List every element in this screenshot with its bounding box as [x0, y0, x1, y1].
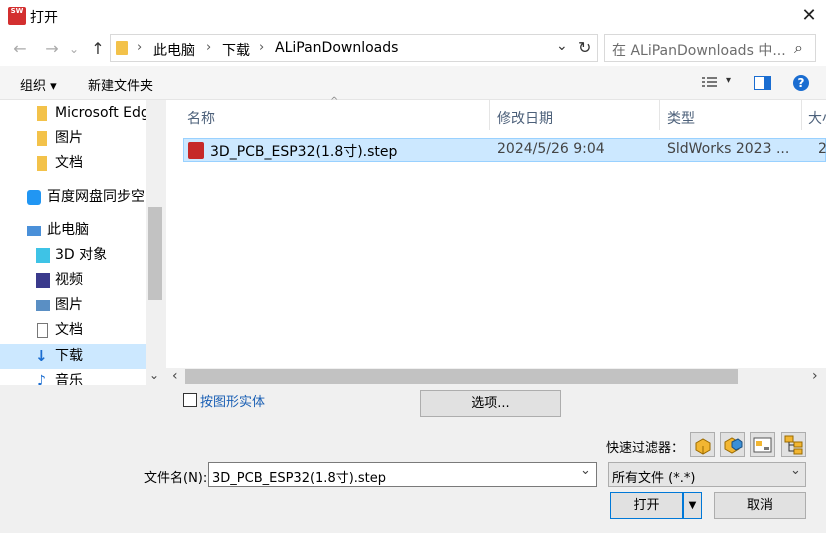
sidebar-item-label: 图片	[55, 297, 83, 313]
filename-dropdown-icon[interactable]: ⌄	[580, 463, 591, 478]
breadcrumb-downloads[interactable]: 下载	[222, 40, 250, 60]
sidebar-item-label: 文档	[55, 155, 83, 171]
title-bar	[0, 0, 826, 32]
3d-objects-icon	[36, 248, 50, 263]
options-button[interactable]: 选项...	[420, 390, 561, 417]
sidebar-item-label: 文档	[55, 322, 83, 338]
music-icon: ♪	[37, 373, 46, 385]
breadcrumb-separator[interactable]: ›	[206, 40, 211, 55]
folder-icon	[116, 41, 128, 55]
close-button[interactable]: ✕	[796, 4, 822, 28]
computer-icon	[27, 226, 41, 236]
sidebar-item-label: 此电脑	[47, 222, 89, 238]
view-options-icon[interactable]	[702, 76, 717, 89]
sidebar-item-3d-objects[interactable]: 3D 对象	[0, 243, 146, 268]
sidebar-item-label: 百度网盘同步空间	[47, 189, 146, 205]
up-button[interactable]: ↑	[88, 39, 108, 59]
sidebar-item-label: 视频	[55, 272, 83, 288]
navigation-pane-scroll-thumb[interactable]	[148, 207, 162, 300]
search-input[interactable]: 在 ALiPanDownloads 中...	[612, 40, 786, 60]
filter-parts-button[interactable]	[690, 432, 715, 457]
download-icon: ↓	[35, 347, 48, 365]
breadcrumb-separator[interactable]: ›	[259, 40, 264, 55]
sidebar-item-documents[interactable]: 文档	[0, 318, 146, 343]
column-header-name[interactable]: 名称	[187, 108, 215, 128]
preview-pane-icon[interactable]	[754, 76, 771, 90]
filetype-dropdown-icon[interactable]: ⌄	[790, 463, 801, 478]
open-button[interactable]: 打开	[610, 492, 683, 519]
recent-locations-button[interactable]: ⌄	[64, 39, 84, 59]
pictures-icon	[36, 300, 50, 311]
documents-icon	[37, 323, 48, 338]
filter-assemblies-button[interactable]	[720, 432, 745, 457]
column-divider[interactable]	[489, 100, 490, 130]
forward-button[interactable]: →	[42, 39, 62, 59]
sidebar-item-label: 图片	[55, 130, 83, 146]
folder-icon	[37, 106, 47, 121]
new-folder-button[interactable]: 新建文件夹	[88, 75, 153, 94]
sidebar-item-baidu-sync[interactable]: 百度网盘同步空间	[0, 185, 146, 210]
horizontal-scroll-thumb[interactable]	[185, 369, 738, 384]
sidebar-item-microsoft-edge[interactable]: Microsoft Edge	[0, 101, 146, 126]
filter-drawings-icon	[753, 437, 772, 453]
filter-parts-icon	[695, 438, 711, 455]
view-dropdown-icon[interactable]: ▾	[726, 75, 731, 86]
open-split-dropdown-icon[interactable]: ▼	[683, 492, 702, 519]
file-size: 2	[818, 141, 826, 157]
graphic-entities-label[interactable]: 按图形实体	[200, 391, 265, 410]
quick-filter-label: 快速过滤器：	[606, 441, 685, 456]
video-icon	[36, 273, 50, 288]
file-name: 3D_PCB_ESP32(1.8寸).step	[210, 144, 398, 160]
sidebar-item-label: 3D 对象	[55, 247, 108, 263]
solidworks-app-icon: SW	[8, 7, 26, 25]
help-icon[interactable]: ?	[793, 75, 809, 91]
breadcrumb-separator[interactable]: ›	[137, 40, 142, 55]
filter-assemblies-icon	[724, 437, 743, 454]
solidworks-file-icon	[188, 142, 204, 159]
sidebar-item-pictures[interactable]: 图片	[0, 293, 146, 318]
filename-value[interactable]: 3D_PCB_ESP32(1.8寸).step	[212, 467, 386, 486]
sidebar-item-documents-quick[interactable]: 文档	[0, 151, 146, 176]
sidebar-item-downloads[interactable]: ↓ 下载	[0, 344, 146, 369]
column-divider[interactable]	[659, 100, 660, 130]
sidebar-item-label: Microsoft Edge	[55, 105, 146, 121]
file-type: SldWorks 2023 ...	[667, 141, 790, 157]
cancel-button[interactable]: 取消	[714, 492, 806, 519]
breadcrumb-alipandownloads[interactable]: ALiPanDownloads	[275, 40, 398, 56]
address-dropdown-button[interactable]: ⌄	[556, 38, 568, 54]
column-header-modified[interactable]: 修改日期	[497, 108, 553, 128]
scroll-right-button[interactable]: ›	[812, 368, 818, 384]
sort-ascending-icon: ^	[330, 96, 339, 107]
filter-drawings-button[interactable]	[750, 432, 775, 457]
refresh-button[interactable]: ↻	[578, 38, 591, 57]
column-header-size[interactable]: 大小	[808, 108, 826, 128]
filter-top-level-icon	[784, 435, 803, 455]
sidebar-item-music[interactable]: ♪ 音乐	[0, 369, 146, 385]
organize-button[interactable]: 组织 ▾	[20, 75, 57, 94]
folder-icon	[37, 131, 47, 146]
folder-icon	[37, 156, 47, 171]
column-divider[interactable]	[801, 100, 802, 130]
file-modified: 2024/5/26 9:04	[497, 141, 605, 157]
sidebar-item-label: 音乐	[55, 373, 83, 385]
sidebar-item-pictures-quick[interactable]: 图片	[0, 126, 146, 151]
search-icon[interactable]: ⌕	[794, 38, 803, 58]
column-header-type[interactable]: 类型	[667, 108, 695, 128]
sidebar-item-videos[interactable]: 视频	[0, 268, 146, 293]
filename-label: 文件名(N):	[144, 471, 208, 486]
scroll-left-button[interactable]: ‹	[172, 368, 178, 384]
sidebar-item-label: 下载	[55, 348, 83, 364]
breadcrumb-this-pc[interactable]: 此电脑	[153, 40, 195, 60]
scroll-down-button[interactable]: ⌄	[149, 368, 159, 382]
baidu-sync-icon	[27, 190, 41, 205]
navigation-pane: Microsoft Edge 图片 文档 百度网盘同步空间 此电脑 3D 对象 …	[0, 100, 164, 385]
bottom-panel	[0, 385, 826, 533]
app-icon-text: SW	[10, 7, 24, 15]
filter-top-level-button[interactable]	[781, 432, 806, 457]
graphic-entities-checkbox[interactable]	[183, 393, 197, 407]
back-button[interactable]: ←	[10, 39, 30, 59]
sidebar-item-this-pc[interactable]: 此电脑	[0, 218, 146, 243]
filetype-value[interactable]: 所有文件 (*.*)	[612, 467, 695, 486]
window-title: 打开	[30, 10, 58, 26]
